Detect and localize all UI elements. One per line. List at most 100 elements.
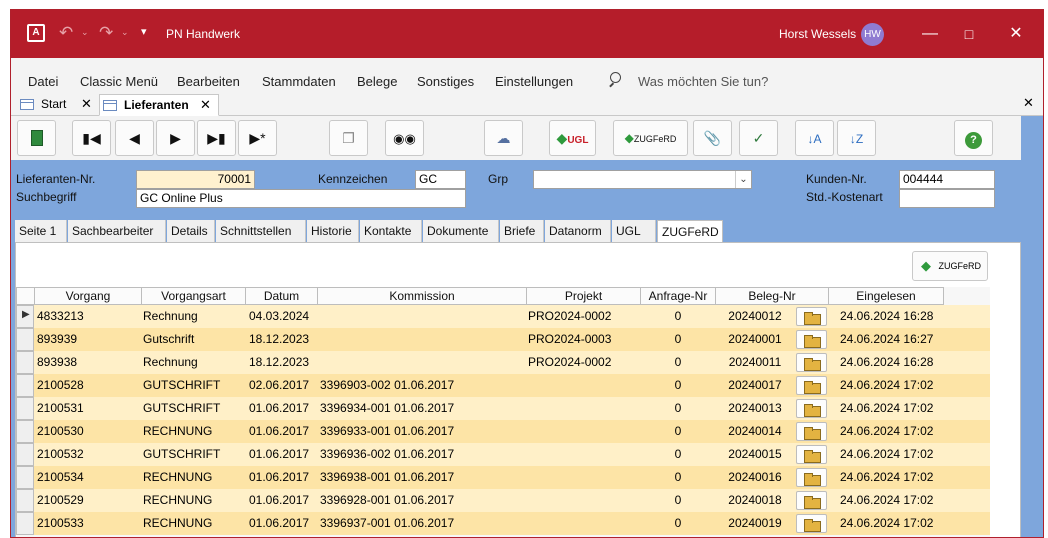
cell-anfrage[interactable]: 0: [642, 351, 714, 374]
cell-kommission[interactable]: 3396934-001 01.06.2017: [320, 397, 525, 420]
open-folder-icon[interactable]: [796, 491, 827, 510]
cell-projekt[interactable]: [528, 420, 638, 443]
tab-datanorm[interactable]: Datanorm: [545, 220, 611, 242]
search-records-button[interactable]: ◉◉: [385, 120, 424, 156]
record-selector[interactable]: [16, 351, 34, 374]
cell-kommission[interactable]: 3396933-001 01.06.2017: [320, 420, 525, 443]
close-icon[interactable]: ✕: [1006, 24, 1026, 44]
table-row[interactable]: 893938 Rechnung 18.12.2023 PRO2024-0002 0 202…: [16, 351, 990, 374]
zugferd-toolbar-button[interactable]: ◆ZUGFeRD: [613, 120, 688, 156]
exit-button[interactable]: [17, 120, 56, 156]
cell-art[interactable]: Rechnung: [143, 351, 243, 374]
maximize-icon[interactable]: □: [959, 24, 979, 44]
cell-datum[interactable]: 01.06.2017: [249, 466, 317, 489]
tab-schnittstellen[interactable]: Schnittstellen: [216, 220, 306, 242]
tab-seite-1[interactable]: Seite 1: [15, 220, 67, 242]
cell-vorgang[interactable]: 2100531: [37, 397, 141, 420]
record-selector[interactable]: [16, 443, 34, 466]
tab-historie[interactable]: Historie: [307, 220, 359, 242]
tab-lieferanten[interactable]: Lieferanten ✕: [99, 94, 219, 116]
cell-vorgang[interactable]: 893939: [37, 328, 141, 351]
cell-anfrage[interactable]: 0: [642, 374, 714, 397]
cell-kommission[interactable]: 3396928-001 01.06.2017: [320, 489, 525, 512]
redo-dropdown-icon[interactable]: ⌄: [121, 27, 129, 38]
cell-eingelesen[interactable]: 24.06.2024 17:02: [840, 466, 950, 489]
grp-dropdown-icon[interactable]: ⌄: [735, 171, 751, 188]
cell-datum[interactable]: 01.06.2017: [249, 420, 317, 443]
table-row[interactable]: 2100528 GUTSCHRIFT 02.06.2017 3396903-002 0…: [16, 374, 990, 397]
attachment-button[interactable]: 📎: [693, 120, 732, 156]
cell-art[interactable]: GUTSCHRIFT: [143, 374, 243, 397]
checklist-button[interactable]: ✓: [739, 120, 778, 156]
cell-projekt[interactable]: [528, 466, 638, 489]
record-selector[interactable]: [16, 489, 34, 512]
cell-eingelesen[interactable]: 24.06.2024 17:02: [840, 374, 950, 397]
column-header-vorgang[interactable]: Vorgang: [35, 287, 142, 305]
open-folder-icon[interactable]: [796, 353, 827, 372]
tab-start-close-icon[interactable]: ✕: [81, 94, 92, 114]
cell-projekt[interactable]: PRO2024-0002: [528, 305, 638, 328]
column-header-projekt[interactable]: Projekt: [527, 287, 641, 305]
open-folder-icon[interactable]: [796, 445, 827, 464]
column-header-kommission[interactable]: Kommission: [318, 287, 527, 305]
open-folder-icon[interactable]: [796, 376, 827, 395]
undo-dropdown-icon[interactable]: ⌄: [81, 27, 89, 38]
cell-datum[interactable]: 02.06.2017: [249, 374, 317, 397]
help-button[interactable]: ?: [954, 120, 993, 156]
cell-datum[interactable]: 01.06.2017: [249, 512, 317, 535]
ugl-button[interactable]: ◆UGL: [549, 120, 596, 156]
record-selector[interactable]: [16, 466, 34, 489]
cell-eingelesen[interactable]: 24.06.2024 17:02: [840, 443, 950, 466]
table-row[interactable]: 2100530 RECHNUNG 01.06.2017 3396933-001 01.…: [16, 420, 990, 443]
open-folder-icon[interactable]: [796, 468, 827, 487]
cell-anfrage[interactable]: 0: [642, 420, 714, 443]
record-selector[interactable]: [16, 512, 34, 535]
kostenart-field[interactable]: [899, 189, 995, 208]
column-header-datum[interactable]: Datum: [246, 287, 318, 305]
cell-anfrage[interactable]: 0: [642, 397, 714, 420]
cell-eingelesen[interactable]: 24.06.2024 17:02: [840, 420, 950, 443]
record-selector[interactable]: ▶: [16, 305, 34, 328]
cell-beleg[interactable]: 20240019: [718, 512, 792, 535]
cell-datum[interactable]: 01.06.2017: [249, 397, 317, 420]
tab-kontakte[interactable]: Kontakte: [360, 220, 422, 242]
cell-vorgang[interactable]: 4833213: [37, 305, 141, 328]
next-record-button[interactable]: ▶: [156, 120, 195, 156]
zugferd-import-button[interactable]: ◆ ZUGFeRD: [912, 251, 988, 281]
menu-sonstiges[interactable]: Sonstiges: [417, 74, 474, 89]
cell-art[interactable]: GUTSCHRIFT: [143, 443, 243, 466]
cell-projekt[interactable]: [528, 397, 638, 420]
cell-eingelesen[interactable]: 24.06.2024 17:02: [840, 512, 950, 535]
cell-vorgang[interactable]: 2100528: [37, 374, 141, 397]
cell-anfrage[interactable]: 0: [642, 305, 714, 328]
tab-details[interactable]: Details: [167, 220, 215, 242]
redo-icon[interactable]: ↷: [99, 23, 113, 43]
open-folder-icon[interactable]: [796, 330, 827, 349]
new-record-button[interactable]: ▶*: [238, 120, 277, 156]
cell-anfrage[interactable]: 0: [642, 512, 714, 535]
cell-kommission[interactable]: 3396938-001 01.06.2017: [320, 466, 525, 489]
tab-briefe[interactable]: Briefe: [500, 220, 544, 242]
menu-classic-menu[interactable]: Classic Menü: [80, 74, 158, 89]
cell-datum[interactable]: 18.12.2023: [249, 351, 317, 374]
table-row[interactable]: 2100534 RECHNUNG 01.06.2017 3396938-001 01.…: [16, 466, 990, 489]
cell-beleg[interactable]: 20240017: [718, 374, 792, 397]
cloud-info-button[interactable]: ☁: [484, 120, 523, 156]
cell-kommission[interactable]: 3396936-002 01.06.2017: [320, 443, 525, 466]
cell-datum[interactable]: 01.06.2017: [249, 443, 317, 466]
cell-vorgang[interactable]: 2100530: [37, 420, 141, 443]
cell-beleg[interactable]: 20240013: [718, 397, 792, 420]
cell-eingelesen[interactable]: 24.06.2024 17:02: [840, 489, 950, 512]
cell-kommission[interactable]: 3396937-001 01.06.2017: [320, 512, 525, 535]
cell-art[interactable]: RECHNUNG: [143, 466, 243, 489]
menu-bearbeiten[interactable]: Bearbeiten: [177, 74, 240, 89]
cell-beleg[interactable]: 20240018: [718, 489, 792, 512]
first-record-button[interactable]: ▮◀: [72, 120, 111, 156]
undo-icon[interactable]: ↶: [59, 23, 73, 43]
tab-lieferanten-close-icon[interactable]: ✕: [200, 95, 211, 115]
cell-datum[interactable]: 18.12.2023: [249, 328, 317, 351]
cell-projekt[interactable]: [528, 443, 638, 466]
tab-start[interactable]: Start ✕: [17, 94, 99, 116]
cell-projekt[interactable]: PRO2024-0003: [528, 328, 638, 351]
sort-descending-button[interactable]: ↓Z: [837, 120, 876, 156]
